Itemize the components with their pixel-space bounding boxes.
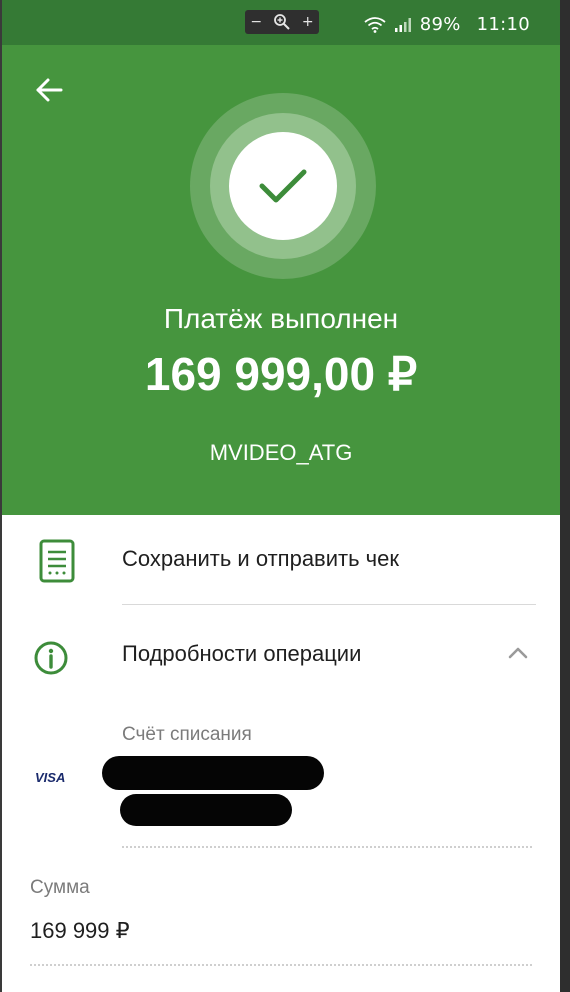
receipt-icon bbox=[39, 539, 75, 583]
zoom-out-button[interactable]: − bbox=[250, 14, 262, 30]
clock: 11:10 bbox=[476, 14, 530, 35]
checkmark-icon bbox=[259, 169, 307, 203]
magnifier-icon bbox=[274, 14, 290, 30]
info-icon bbox=[34, 641, 68, 675]
operation-details-label: Подробности операции bbox=[122, 641, 362, 666]
divider bbox=[122, 604, 536, 605]
zoom-in-button[interactable]: + bbox=[302, 14, 314, 30]
back-arrow-icon[interactable] bbox=[34, 75, 64, 105]
debit-account-label: Счёт списания bbox=[122, 724, 252, 745]
chevron-up-icon[interactable] bbox=[507, 645, 529, 661]
zoom-control[interactable]: − + bbox=[245, 10, 319, 34]
save-receipt-button[interactable]: Сохранить и отправить чек bbox=[2, 520, 560, 604]
payment-status-title: Платёж выполнен bbox=[163, 303, 399, 334]
success-badge bbox=[229, 132, 337, 240]
battery-percent: 89% bbox=[419, 14, 461, 35]
signal-icon bbox=[394, 17, 411, 32]
merchant-name: MVIDEO_ATG bbox=[209, 440, 353, 465]
save-receipt-label: Сохранить и отправить чек bbox=[122, 546, 399, 571]
amount-value: 169 999 ₽ bbox=[30, 918, 130, 943]
visa-logo: VISA bbox=[35, 770, 66, 785]
phone-screen: − + 89% 11:10 Платёж выполнен 169 999,00… bbox=[2, 0, 560, 992]
status-indicators: 89% 11:10 bbox=[364, 14, 530, 35]
amount-label: Сумма bbox=[30, 877, 90, 898]
dotted-separator bbox=[122, 846, 532, 848]
redacted-card-balance bbox=[120, 794, 292, 826]
redacted-card-number bbox=[102, 756, 324, 790]
window-edge bbox=[560, 0, 570, 992]
operation-details-toggle[interactable]: Подробности операции bbox=[2, 610, 560, 700]
payment-amount: 169 999,00 ₽ bbox=[144, 348, 418, 400]
wifi-icon bbox=[364, 16, 386, 33]
dotted-separator bbox=[30, 964, 532, 966]
payment-success-header: Платёж выполнен 169 999,00 ₽ MVIDEO_ATG bbox=[2, 45, 560, 515]
status-bar: − + 89% 11:10 bbox=[2, 0, 560, 45]
